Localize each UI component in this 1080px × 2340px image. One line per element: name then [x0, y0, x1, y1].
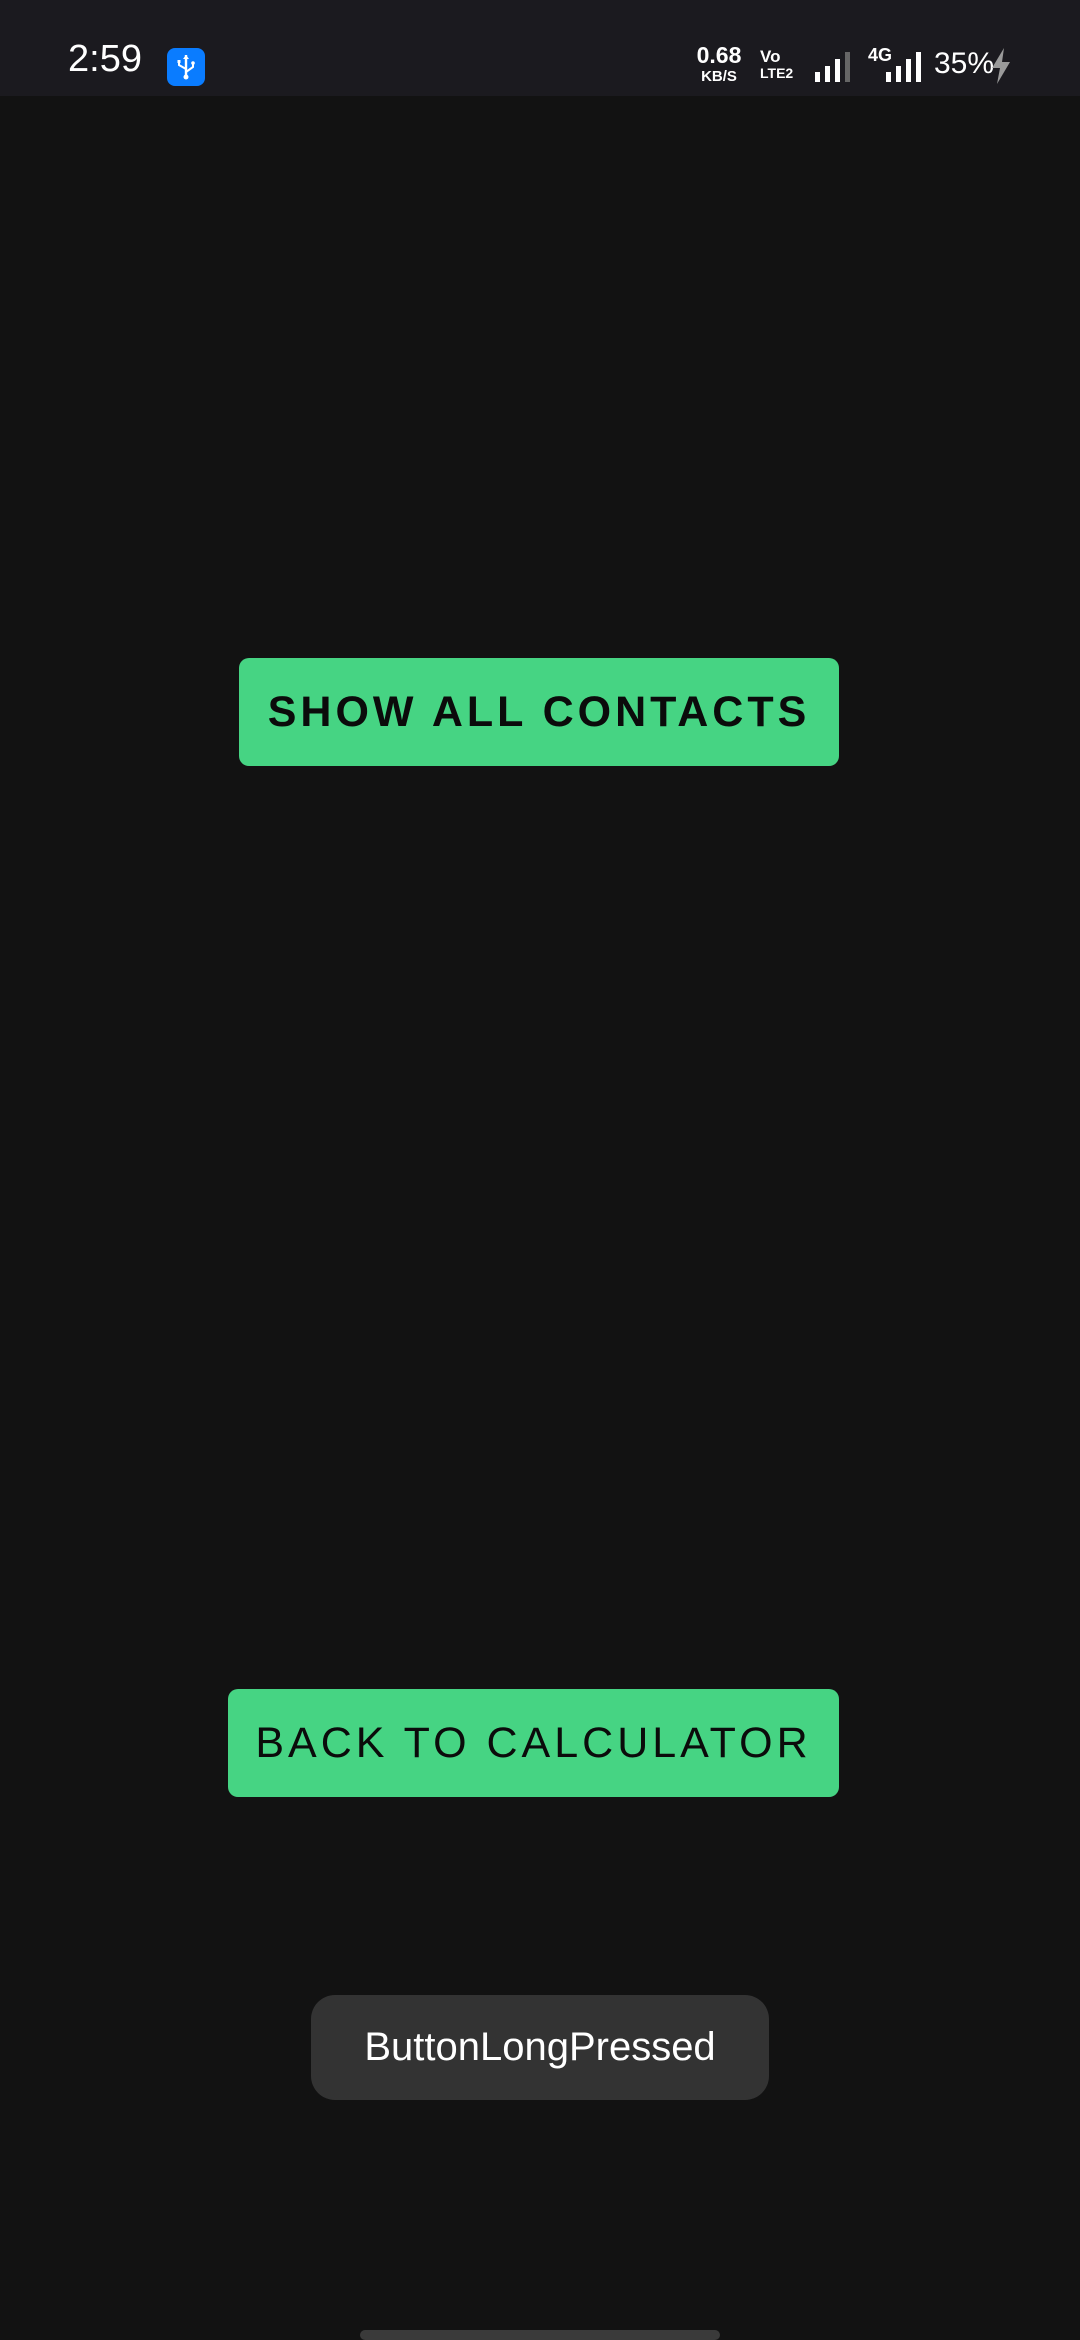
- status-time: 2:59: [68, 38, 142, 80]
- usb-icon: [167, 48, 205, 86]
- network-speed-indicator: 0.68 KB/S: [693, 42, 745, 85]
- signal-strength-icon: [815, 52, 850, 82]
- volte-indicator: Vo LTE2: [760, 48, 793, 80]
- volte-top-label: Vo: [760, 47, 781, 66]
- network-speed-value: 0.68: [696, 42, 742, 68]
- back-to-calculator-button[interactable]: BACK TO CALCULATOR: [228, 1689, 839, 1797]
- status-bar: 2:59 0.68 KB/S Vo LTE2 4G 35%: [0, 0, 1080, 96]
- battery-percentage: 35%: [934, 47, 995, 80]
- show-all-contacts-button[interactable]: SHOW ALL CONTACTS: [239, 658, 839, 766]
- bolt-icon: [992, 48, 1010, 84]
- home-indicator[interactable]: [360, 2330, 720, 2340]
- toast-message: ButtonLongPressed: [311, 1995, 769, 2100]
- toast-text: ButtonLongPressed: [364, 2025, 716, 2069]
- volte-bottom-label: LTE2: [760, 65, 794, 81]
- network-speed-unit: KB/S: [701, 68, 737, 85]
- signal-strength-icon-secondary: [886, 52, 921, 82]
